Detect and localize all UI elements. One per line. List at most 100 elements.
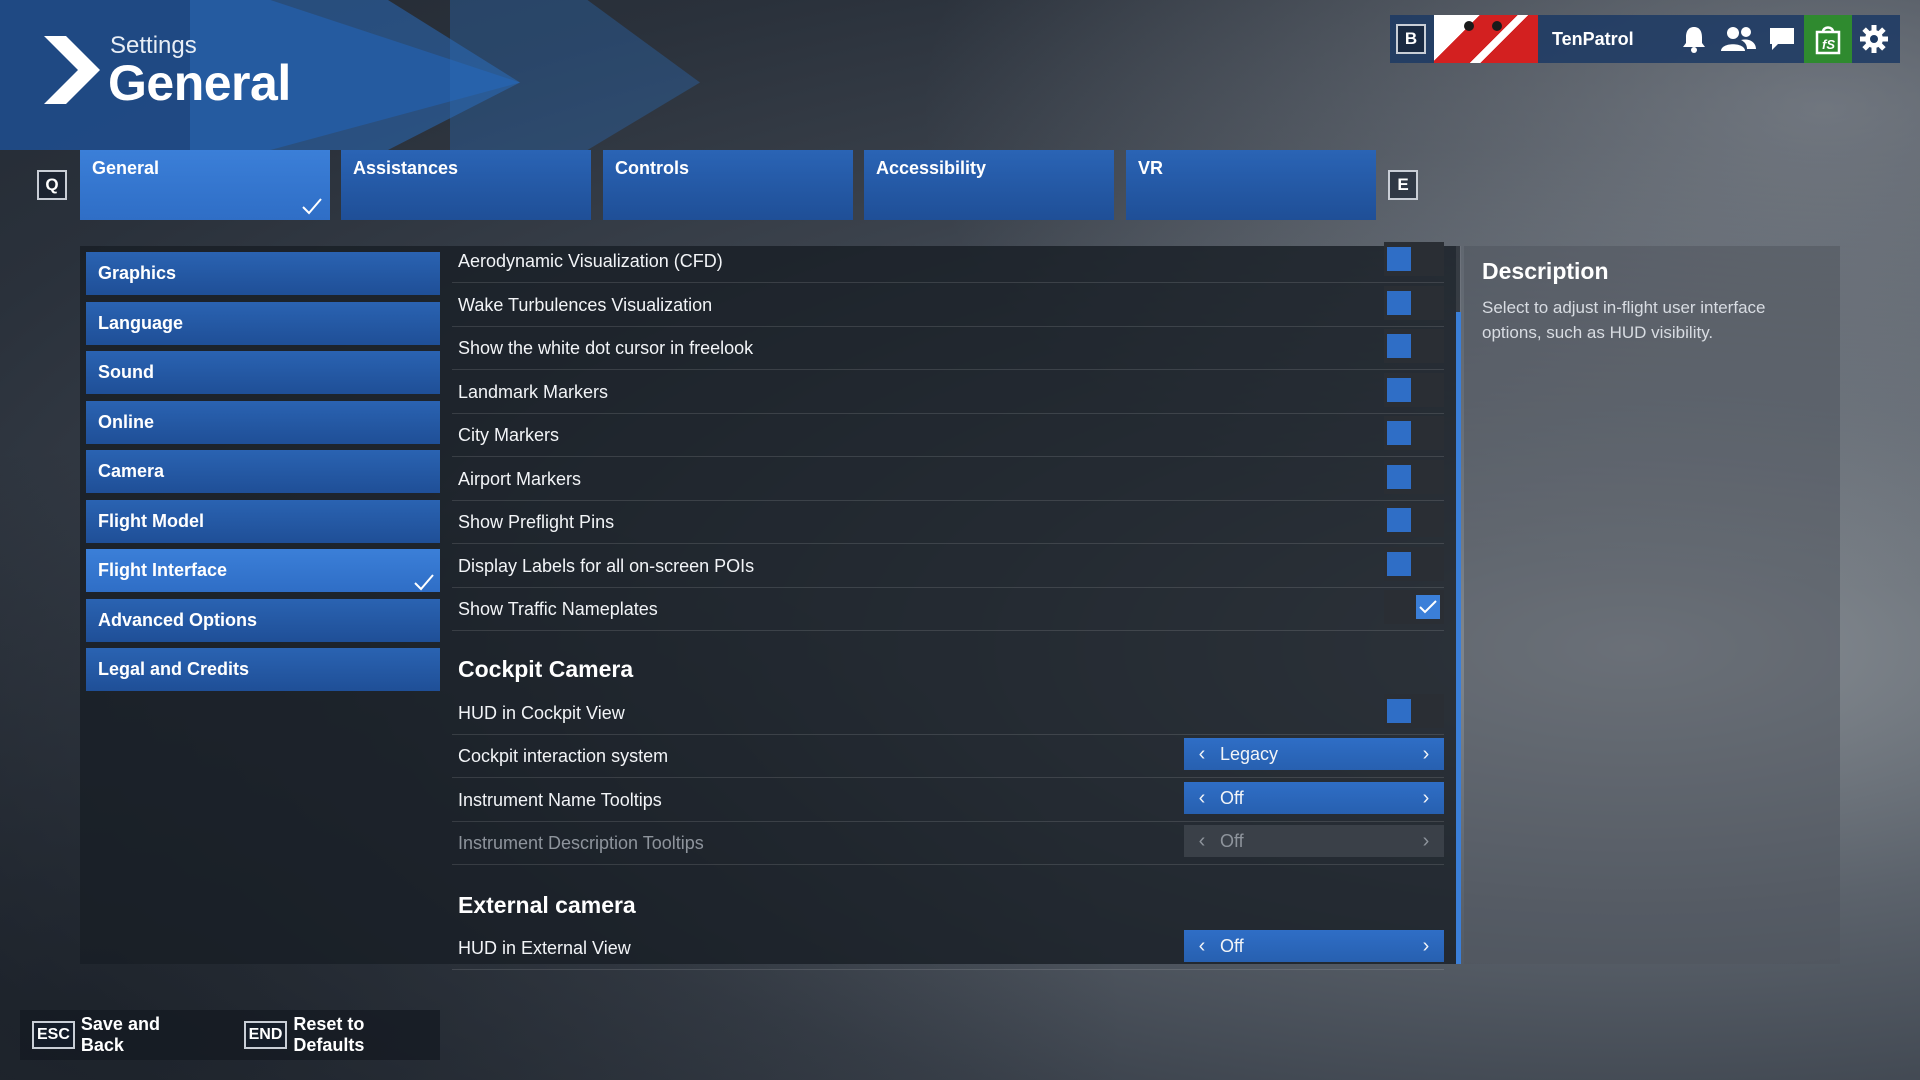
section-title-external-camera: External camera (458, 892, 636, 918)
category-advanced-options[interactable]: Advanced Options (86, 599, 440, 642)
chevron-left-icon[interactable]: ‹ (1184, 782, 1220, 814)
category-flight-model[interactable]: Flight Model (86, 500, 440, 543)
setting-row[interactable]: Wake Turbulences Visualization (452, 284, 1444, 327)
tab-label: General (92, 158, 160, 178)
checkmark-icon (1419, 600, 1437, 614)
setting-label: Show Preflight Pins (458, 512, 615, 532)
tab-label: VR (1138, 158, 1164, 178)
category-language[interactable]: Language (86, 302, 440, 345)
option-selector[interactable]: ‹ Off › (1184, 930, 1444, 962)
selector-value: Off (1220, 831, 1244, 851)
back-arrow-icon[interactable] (44, 36, 100, 104)
setting-row[interactable]: HUD in External View ‹ Off › (452, 927, 1444, 970)
bell-icon[interactable] (1672, 15, 1716, 63)
toggle-switch[interactable] (1384, 373, 1444, 407)
description-title: Description (1482, 258, 1609, 284)
setting-label: Airport Markers (458, 469, 582, 489)
toggle-switch[interactable] (1384, 242, 1444, 276)
save-and-back-button[interactable]: ESC Save and Back (32, 1014, 208, 1056)
chevron-right-icon: › (1422, 830, 1430, 852)
chevron-left-icon: ‹ (1198, 830, 1206, 852)
setting-label: Wake Turbulences Visualization (458, 295, 713, 315)
setting-label: Instrument Name Tooltips (458, 790, 662, 810)
option-selector[interactable]: ‹ Off › (1184, 782, 1444, 814)
username[interactable]: TenPatrol (1552, 29, 1672, 50)
key-hint-esc: ESC (32, 1021, 75, 1049)
toggle-switch[interactable] (1384, 329, 1444, 363)
scrollbar-thumb[interactable] (1456, 312, 1461, 964)
chevron-left-icon[interactable]: ‹ (1184, 930, 1220, 962)
store-icon[interactable]: fS (1804, 15, 1852, 63)
description-text: Select to adjust in-flight user interfac… (1482, 298, 1766, 342)
chevron-right-icon[interactable]: › (1408, 738, 1444, 770)
tab-general[interactable]: General (80, 150, 330, 220)
toggle-switch[interactable] (1384, 503, 1444, 537)
setting-row[interactable]: Landmark Markers (452, 371, 1444, 414)
key-hint-q: Q (37, 170, 67, 200)
category-legal-and-credits[interactable]: Legal and Credits (86, 648, 440, 691)
setting-row[interactable]: Cockpit interaction system ‹ Legacy › (452, 735, 1444, 778)
setting-label: Cockpit interaction system (458, 746, 669, 766)
toggle-switch[interactable] (1384, 694, 1444, 728)
setting-row[interactable]: Show Preflight Pins (452, 501, 1444, 544)
chevron-right-icon[interactable]: › (1408, 782, 1444, 814)
option-selector[interactable]: ‹ Legacy › (1184, 738, 1444, 770)
setting-row[interactable]: Show the white dot cursor in freelook (452, 327, 1444, 370)
setting-row: Instrument Description Tooltips ‹ Off › (452, 822, 1444, 865)
tab-label: Controls (615, 158, 689, 178)
tab-label: Assistances (353, 158, 459, 178)
reset-to-defaults-button[interactable]: END Reset to Defaults (243, 1014, 440, 1056)
selector-value: Legacy (1220, 744, 1279, 764)
section-title-cockpit-camera: Cockpit Camera (458, 656, 634, 682)
svg-text:fS: fS (1822, 37, 1835, 52)
setting-label: HUD in External View (458, 938, 631, 958)
setting-label: HUD in Cockpit View (458, 703, 625, 723)
category-online[interactable]: Online (86, 401, 440, 444)
key-hint-e: E (1388, 170, 1418, 200)
setting-label: Show the white dot cursor in freelook (458, 338, 754, 358)
setting-label: City Markers (458, 425, 560, 445)
tab-label: Accessibility (876, 158, 987, 178)
description-panel: Description Select to adjust in-flight u… (1464, 246, 1840, 964)
chat-icon[interactable] (1760, 15, 1804, 63)
chevron-left-icon[interactable]: ‹ (1184, 738, 1220, 770)
gear-icon[interactable] (1852, 15, 1896, 63)
setting-row[interactable]: Airport Markers (452, 458, 1444, 501)
checkmark-icon (414, 574, 434, 591)
profile-bar: B TenPatrol fS (1390, 15, 1900, 63)
toggle-switch[interactable] (1384, 416, 1444, 450)
tab-assistances[interactable]: Assistances (341, 150, 591, 220)
setting-row[interactable]: Show Traffic Nameplates (452, 588, 1444, 631)
friends-icon[interactable] (1716, 15, 1760, 63)
setting-row[interactable]: Aerodynamic Visualization (CFD) (452, 240, 1444, 283)
selector-value: Off (1220, 788, 1244, 808)
page-title: General (108, 55, 291, 111)
category-sound[interactable]: Sound (86, 351, 440, 394)
avatar[interactable] (1434, 15, 1538, 63)
tab-vr[interactable]: VR (1126, 150, 1376, 220)
toggle-switch[interactable] (1384, 286, 1444, 320)
setting-label: Display Labels for all on-screen POIs (458, 556, 755, 576)
category-camera[interactable]: Camera (86, 450, 440, 493)
reset-to-defaults-label: Reset to Defaults (293, 1014, 365, 1055)
toggle-switch[interactable] (1384, 547, 1444, 581)
scrollbar[interactable] (1456, 246, 1461, 964)
category-flight-interface[interactable]: Flight Interface (86, 549, 440, 592)
tab-controls[interactable]: Controls (603, 150, 853, 220)
setting-row[interactable]: City Markers (452, 414, 1444, 457)
setting-row[interactable]: Display Labels for all on-screen POIs (452, 545, 1444, 588)
setting-label: Show Traffic Nameplates (458, 599, 658, 619)
category-graphics[interactable]: Graphics (86, 252, 440, 295)
chevron-right-icon[interactable]: › (1408, 930, 1444, 962)
key-hint-end: END (243, 1021, 288, 1049)
setting-row[interactable]: HUD in Cockpit View (452, 692, 1444, 735)
toggle-switch[interactable] (1384, 590, 1444, 624)
toggle-switch[interactable] (1384, 460, 1444, 494)
tab-accessibility[interactable]: Accessibility (864, 150, 1114, 220)
key-hint-b: B (1396, 24, 1426, 54)
setting-label: Aerodynamic Visualization (CFD) (458, 251, 723, 271)
bottom-action-bar: ESC Save and Back END Reset to Defaults (20, 1010, 440, 1060)
setting-row[interactable]: Instrument Name Tooltips ‹ Off › (452, 779, 1444, 822)
selector-value: Off (1220, 936, 1244, 956)
header-chevron (450, 0, 700, 150)
